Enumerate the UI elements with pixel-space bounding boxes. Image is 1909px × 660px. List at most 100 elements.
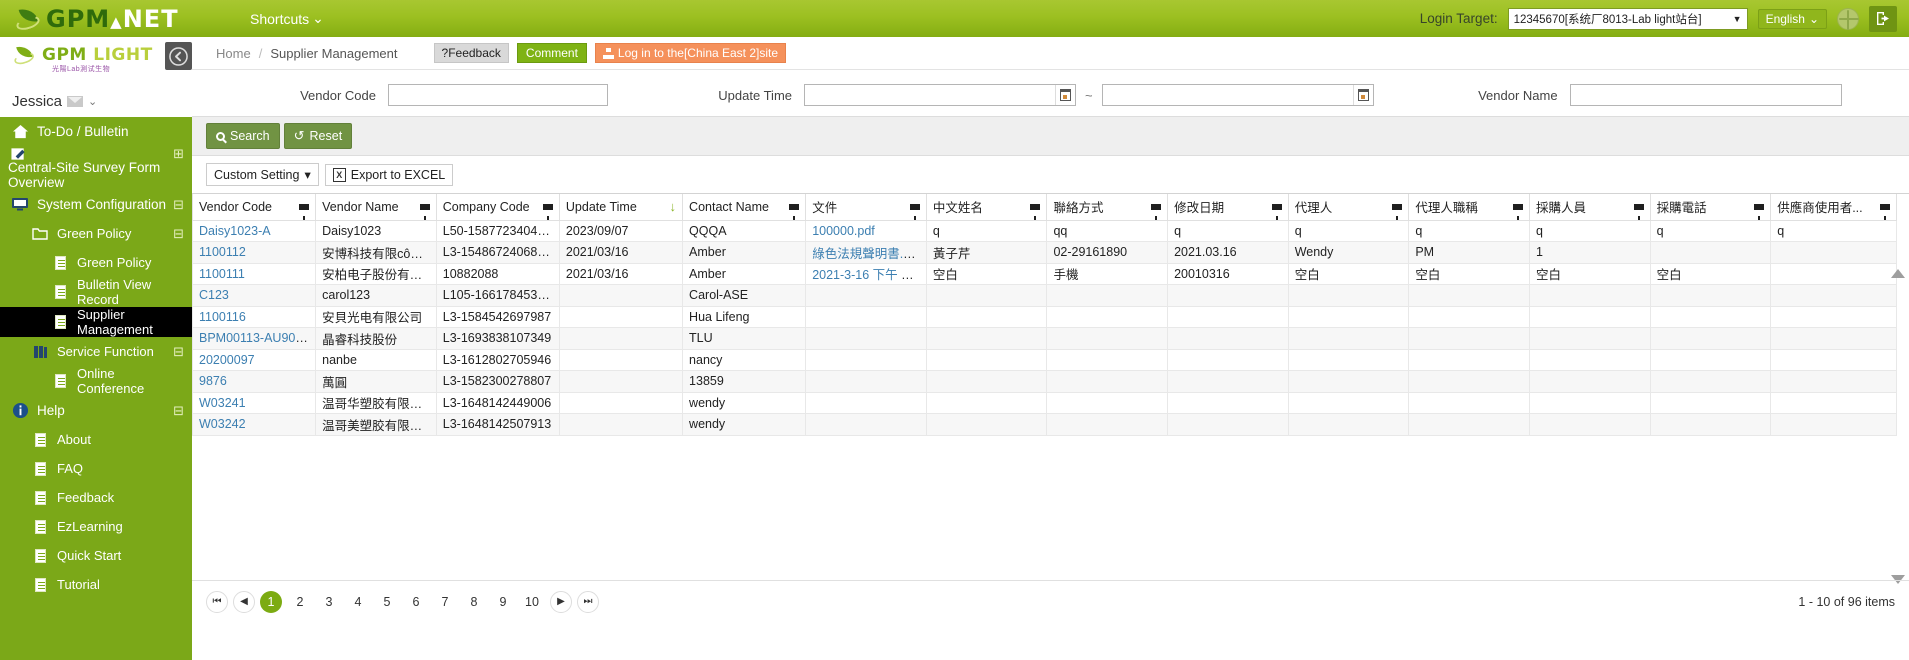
collapse-icon[interactable]: ⊟ [173,226,184,242]
sidebar-item-system-configuration[interactable]: System Configuration ⊟ [0,190,192,219]
filter-funnel-icon[interactable] [1880,203,1890,219]
column-header-11[interactable]: 代理人職稱 [1408,194,1530,221]
column-header-13[interactable]: 採購電話 [1649,194,1772,221]
sidebar-item-service-function[interactable]: Service Function ⊟ [0,337,192,366]
custom-setting-button[interactable]: Custom Setting ▾ [206,163,319,186]
sidebar-item-about[interactable]: About [0,425,192,454]
cell-link[interactable]: C123 [199,288,229,302]
scroll-up-arrow[interactable] [1891,269,1905,278]
first-page-button[interactable]: ⏮ [206,590,228,613]
table-row[interactable]: 20200097 nanbe L3-1612802705946 nancy [191,348,1897,371]
cell-link[interactable]: Daisy1023-A [199,224,271,238]
sort-descending-icon[interactable]: ↓ [670,199,677,214]
filter-funnel-icon[interactable] [542,203,553,219]
page-number-2[interactable]: 2 [289,591,311,613]
sidebar-item-online-conference[interactable]: Online Conference [0,366,192,396]
column-header-5[interactable]: Contact Name [682,194,807,221]
cell-link[interactable]: 1100112 [199,245,246,259]
search-button[interactable]: Search [206,123,280,149]
column-header-2[interactable]: Vendor Name [315,194,437,221]
page-number-5[interactable]: 5 [376,591,398,613]
cell-link[interactable]: W03242 [199,417,246,431]
table-row[interactable]: 9876 萬圓 L3-1582300278807 13859 [191,370,1897,393]
sidebar-item-faq[interactable]: FAQ [0,454,192,483]
table-row[interactable]: C123 carol123 L105-1661784537... Carol-ASE [191,284,1897,307]
sidebar-item-supplier-management[interactable]: Supplier Management [0,307,201,337]
update-time-from-input[interactable] [804,84,1076,106]
app-logo[interactable]: GPM▲NET [0,0,228,37]
sidebar-item-green-policy[interactable]: Green Policy ⊟ [0,219,192,248]
cell-link[interactable]: 1100116 [199,310,246,324]
page-number-3[interactable]: 3 [318,591,340,613]
table-row[interactable]: Daisy1023-A Daisy1023 L50-1587723404538 202… [191,219,1897,242]
sidebar-item-to-do-bulletin[interactable]: To-Do / Bulletin [0,117,192,146]
sidebar-collapse-button[interactable] [165,42,192,70]
page-number-9[interactable]: 9 [492,591,514,613]
column-header-3[interactable]: Company Code [435,194,560,221]
cell-link[interactable]: 綠色法規聲明書.pdf [812,247,920,261]
sidebar-logo[interactable]: GPM LIGHT 光陽Lab測试生物 [0,37,192,85]
calendar-icon[interactable] [1352,85,1373,105]
cell-link[interactable]: 100000.pdf [812,224,875,238]
collapse-icon[interactable]: ⊟ [173,403,184,419]
vendor-name-input[interactable] [1569,84,1842,106]
filter-funnel-icon[interactable] [789,203,800,219]
sidebar-item-help[interactable]: Help ⊟ [0,396,192,425]
sidebar-item-feedback[interactable]: Feedback [0,483,192,512]
column-header-8[interactable]: 聯絡方式 [1046,194,1169,221]
comment-button[interactable]: Comment [516,43,587,63]
page-number-4[interactable]: 4 [347,591,369,613]
sidebar-item-quick-start[interactable]: Quick Start [0,541,192,570]
column-header-9[interactable]: 修改日期 [1167,194,1289,221]
feedback-button[interactable]: ?Feedback [433,43,509,63]
filter-funnel-icon[interactable] [909,203,920,219]
filter-funnel-icon[interactable] [299,203,310,219]
sidebar-item-ezlearning[interactable]: EzLearning [0,512,192,541]
page-number-8[interactable]: 8 [463,591,485,613]
cell-link[interactable]: 20200097 [199,353,255,367]
vendor-code-input[interactable] [388,84,608,106]
logout-button[interactable] [1869,5,1897,32]
table-row[interactable]: 1100111 安柏电子股份有限... 10882088 2021/03/16 Ambe… [191,262,1897,285]
filter-funnel-icon[interactable] [1754,203,1765,219]
login-china-east-site-button[interactable]: Log in to the[China East 2]site [594,43,787,63]
collapse-icon[interactable]: ⊟ [173,197,184,213]
reset-button[interactable]: ↺ Reset [283,123,353,149]
update-time-to-input[interactable] [1101,84,1374,106]
user-menu[interactable]: Jessica ⌄ [0,85,192,117]
column-header-4[interactable]: Update Time ↓ [558,194,684,221]
page-number-7[interactable]: 7 [434,591,456,613]
table-row[interactable]: 1100112 安博科技有限công司 L3-154867240689... 2021… [191,241,1897,264]
page-number-6[interactable]: 6 [405,591,427,613]
column-header-10[interactable]: 代理人 [1287,194,1410,221]
filter-funnel-icon[interactable] [1512,203,1523,219]
globe-icon[interactable] [1837,7,1859,30]
cell-link[interactable]: 2021-3-16 下午 04... [812,268,925,282]
filter-funnel-icon[interactable] [1151,203,1162,219]
column-header-12[interactable]: 採購人員 [1528,194,1651,221]
shortcuts-menu[interactable]: Shortcuts ⌄ [250,10,324,27]
table-row[interactable]: W03242 温哥美塑胶有限公司 L3-1648142507913 wendy [191,413,1897,436]
cell-link[interactable]: 1100111 [199,267,245,281]
filter-funnel-icon[interactable] [1271,203,1282,219]
breadcrumb-home[interactable]: Home [216,46,251,61]
page-number-1[interactable]: 1 [260,590,282,613]
collapse-icon[interactable]: ⊟ [173,344,184,360]
calendar-icon[interactable] [1055,85,1075,105]
next-page-button[interactable]: ▶ [550,590,572,613]
cell-link[interactable]: W03241 [199,396,246,410]
page-number-10[interactable]: 10 [521,591,543,613]
column-header-6[interactable]: 文件 [805,194,927,221]
login-target-dropdown[interactable]: 12345670[系统厂8013-Lab light站台] ▼ [1507,7,1748,30]
sidebar-item-tutorial[interactable]: Tutorial [0,570,192,599]
column-header-7[interactable]: 中文姓名 [925,194,1048,221]
filter-funnel-icon[interactable] [1030,203,1041,219]
cell-link[interactable]: BPM00113-AU9023 [199,331,309,345]
column-header-1[interactable]: Vendor Code [191,194,317,221]
sidebar-item-green-policy[interactable]: Green Policy [0,248,192,277]
sidebar-item-bulletin-view-record[interactable]: Bulletin View Record [0,277,192,307]
filter-funnel-icon[interactable] [1633,203,1644,219]
export-excel-button[interactable]: X Export to EXCEL [324,163,454,186]
cell-link[interactable]: 9876 [199,374,227,388]
table-row[interactable]: 1100116 安貝光电有限公司 L3-1584542697987 Hua Lifen… [191,305,1897,328]
